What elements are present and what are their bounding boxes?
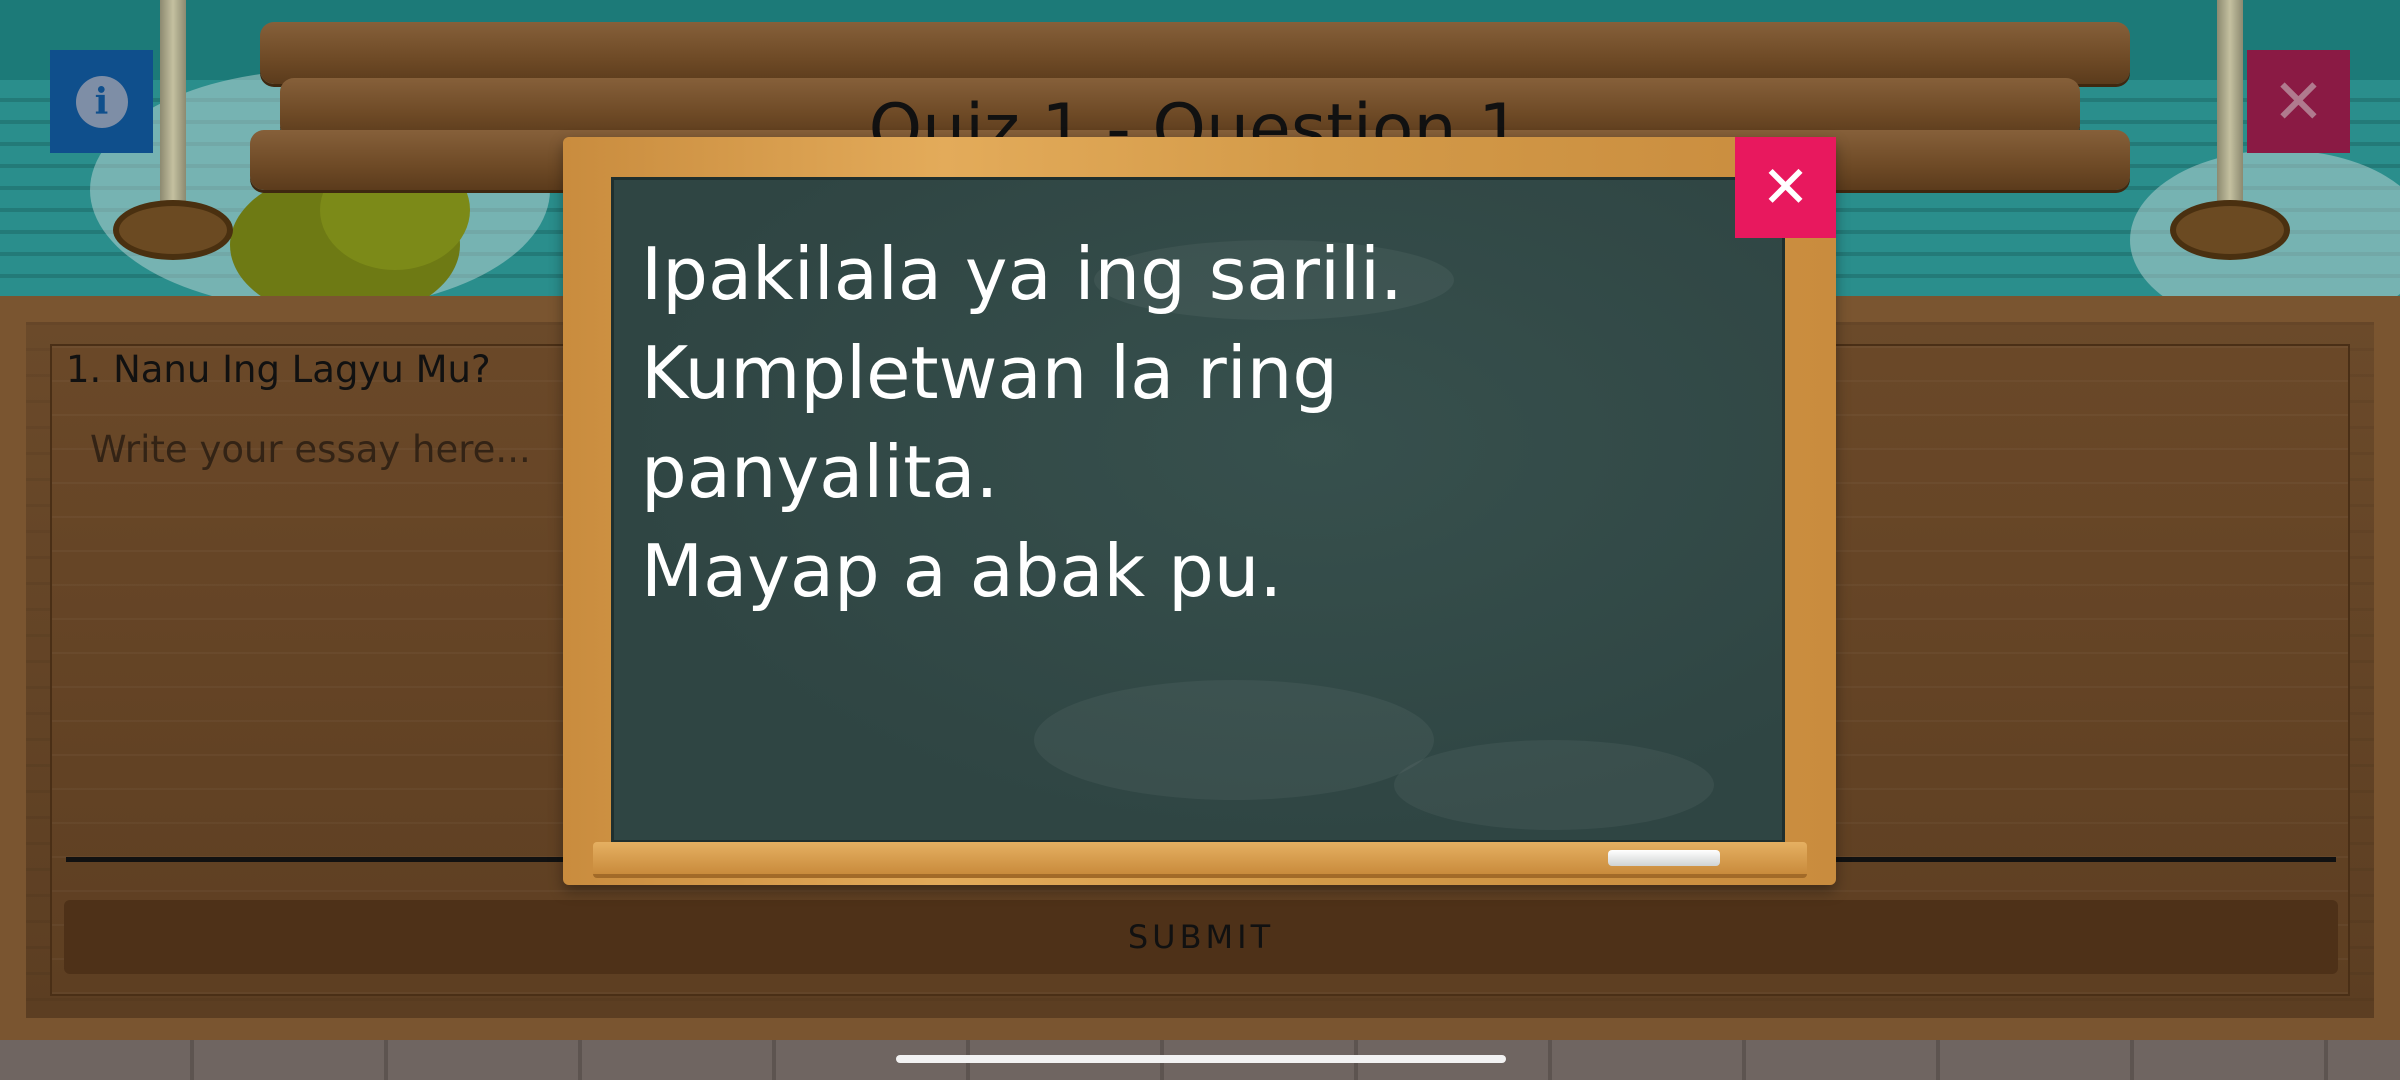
instructions-text: Ipakilala ya ing sarili. Kumpletwan la r…	[641, 232, 1403, 613]
chalkboard-frame: Ipakilala ya ing sarili. Kumpletwan la r…	[563, 137, 1836, 885]
home-indicator[interactable]	[896, 1055, 1506, 1063]
info-icon: i	[75, 75, 128, 128]
chalk-piece	[1608, 850, 1720, 866]
chalk-smudge	[1394, 740, 1714, 830]
submit-button[interactable]: SUBMIT	[64, 900, 2338, 974]
background-pole-base	[2170, 200, 2290, 260]
instructions-modal: Ipakilala ya ing sarili. Kumpletwan la r…	[563, 137, 1836, 902]
chalk-smudge	[1034, 680, 1434, 800]
sign-plank	[260, 22, 2130, 84]
exit-button[interactable]: ✕	[2247, 50, 2350, 153]
background-pole	[160, 0, 186, 230]
modal-close-button[interactable]: ✕	[1735, 137, 1836, 238]
info-button[interactable]: i	[50, 50, 153, 153]
background-pole	[2217, 0, 2243, 230]
question-label: 1. Nanu Ing Lagyu Mu?	[66, 348, 491, 391]
background-pole-base	[113, 200, 233, 260]
